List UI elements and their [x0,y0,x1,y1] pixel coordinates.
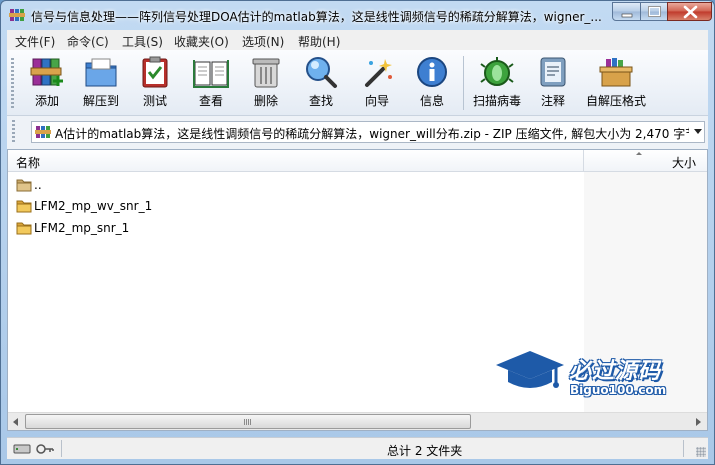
delete-button[interactable]: 删除 [240,53,292,113]
virus-scan-label: 扫描病毒 [472,94,521,108]
delete-label: 删除 [253,94,278,108]
menu-file[interactable]: 文件(F) [15,33,55,50]
maximize-button[interactable] [640,2,668,21]
virus-bug-icon [480,57,514,86]
maximize-icon [648,6,661,17]
resize-grip[interactable] [696,447,706,457]
find-label: 查找 [308,94,333,108]
thumb-grip [244,419,251,425]
folder-icon [16,200,32,213]
menu-help[interactable]: 帮助(H) [298,33,340,50]
archive-icon [35,126,51,138]
column-name-header[interactable]: 名称 [16,154,40,171]
magic-wand-icon [365,59,392,87]
comment-button[interactable]: 注释 [527,53,579,113]
list-item-label: .. [34,178,42,192]
open-book-icon [193,60,229,88]
folder-icon [16,222,32,235]
add-label: 添加 [34,94,59,108]
winrar-window: 信号与信息处理——阵列信号处理DOA估计的matlab算法，这是线性调频信号的稀… [0,0,715,465]
sfx-button[interactable]: 自解压格式 [581,53,651,113]
info-icon [417,57,447,87]
wizard-label: 向导 [364,94,389,108]
close-icon [683,5,698,19]
list-item-folder[interactable]: LFM2_mp_snr_1 [8,217,583,239]
title-bar[interactable]: 信号与信息处理——阵列信号处理DOA估计的matlab算法，这是线性调频信号的稀… [1,1,714,29]
sfx-box-icon [599,58,633,87]
minimize-icon [621,13,633,18]
list-header: 名称 大小 [8,150,707,172]
address-bar: A估计的matlab算法，这是线性调频信号的稀疏分解算法，wigner_will… [7,116,708,149]
menu-options[interactable]: 选项(N) [242,33,284,50]
toolbar-grip[interactable] [11,58,14,108]
scrollbar-thumb[interactable] [25,414,471,429]
column-size-header[interactable]: 大小 [672,154,696,171]
comment-label: 注释 [540,94,565,108]
status-divider [61,440,62,457]
status-bar: 总计 2 文件夹 [7,437,708,459]
status-divider [683,440,684,457]
list-item-label: LFM2_mp_snr_1 [34,221,130,235]
menu-command[interactable]: 命令(C) [67,33,109,50]
view-label: 查看 [198,94,223,108]
list-item-label: LFM2_mp_wv_snr_1 [34,199,153,213]
winrar-app-icon [9,9,25,21]
sort-arrow-icon [636,152,642,155]
scroll-left-icon[interactable] [13,418,18,426]
list-item-folder[interactable]: LFM2_mp_wv_snr_1 [8,195,583,217]
books-add-icon [30,58,63,86]
toolbar: 添加 解压到 测试 查看 删除 查找 向导 信息 扫描病毒 注释 自解压格式 [7,50,708,116]
test-label: 测试 [142,94,167,108]
column-divider[interactable] [583,150,584,172]
watermark-subtitle: Biguo100.com [570,383,667,397]
trash-can-icon [252,58,280,88]
menu-bar: 文件(F) 命令(C) 工具(S) 收藏夹(O) 选项(N) 帮助(H) [7,30,708,50]
virus-scan-button[interactable]: 扫描病毒 [467,53,527,113]
comment-icon [540,57,566,87]
add-button[interactable]: 添加 [21,53,73,113]
menu-favorites[interactable]: 收藏夹(O) [174,33,229,50]
sfx-label: 自解压格式 [585,94,646,108]
drive-key-icon[interactable] [13,443,55,455]
menu-tools[interactable]: 工具(S) [122,33,163,50]
address-grip[interactable] [12,120,15,144]
archive-path: A估计的matlab算法，这是线性调频信号的稀疏分解算法，wigner_will… [55,127,689,141]
extract-to-label: 解压到 [82,94,119,108]
toolbar-separator [463,56,464,110]
wizard-button[interactable]: 向导 [351,53,403,113]
info-label: 信息 [419,94,444,108]
watermark-title: 必过源码 [569,359,662,384]
chevron-down-icon[interactable] [694,129,702,134]
clipboard-check-icon [142,56,168,88]
window-title: 信号与信息处理——阵列信号处理DOA估计的matlab算法，这是线性调频信号的稀… [31,10,602,24]
path-dropdown[interactable]: A估计的matlab算法，这是线性调频信号的稀疏分解算法，wigner_will… [31,121,705,143]
close-button[interactable] [667,2,712,21]
folder-extract-icon [85,58,117,87]
minimize-button[interactable] [612,2,641,21]
scroll-right-icon[interactable] [696,418,701,426]
graduation-cap-logo [496,351,564,388]
magnifier-icon [306,57,337,88]
extract-to-button[interactable]: 解压到 [75,53,127,113]
view-button[interactable]: 查看 [185,53,237,113]
parent-folder-icon [16,179,32,192]
test-button[interactable]: 测试 [129,53,181,113]
find-button[interactable]: 查找 [295,53,347,113]
list-item-parent[interactable]: .. [8,174,583,196]
horizontal-scrollbar[interactable] [8,412,707,430]
status-summary: 总计 2 文件夹 [387,444,463,458]
info-button[interactable]: 信息 [406,53,458,113]
